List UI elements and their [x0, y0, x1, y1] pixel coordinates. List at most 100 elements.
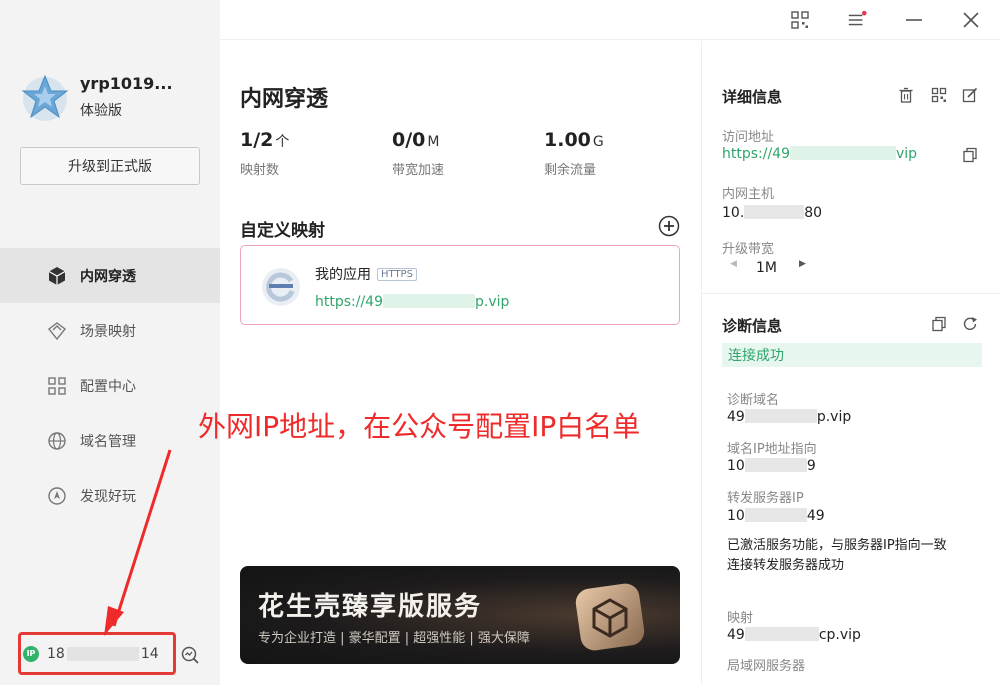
diag-mapping-value: 49 cp.vip — [727, 627, 861, 643]
stat-unit: M — [427, 134, 440, 150]
username: yrp1019... — [80, 74, 173, 93]
grid-icon — [46, 375, 68, 397]
page-title: 内网穿透 — [240, 87, 329, 112]
sidebar-item-label: 内网穿透 — [80, 268, 136, 285]
diag-message-1: 已激活服务功能，与服务器IP指向一致 — [727, 538, 947, 553]
diag-server-label: 转发服务器IP — [727, 491, 804, 506]
host-prefix: 10. — [722, 205, 745, 221]
star-avatar-icon[interactable] — [20, 72, 70, 122]
ip-suffix: 14 — [140, 645, 159, 662]
stat-traffic: 1.00 G 剩余流量 — [544, 129, 604, 178]
lan-host-label: 内网主机 — [722, 187, 775, 202]
diag-server-value: 10 49 — [727, 508, 825, 524]
qrcode-icon[interactable] — [931, 87, 947, 103]
stat-bandwidth: 0/0 M 带宽加速 — [392, 129, 444, 178]
lan-host-value: 10. 80 — [722, 205, 822, 221]
stat-unit: G — [592, 134, 604, 150]
diag-domain-suffix: p.vip — [816, 409, 852, 425]
details-panel: 详细信息 访问地址 https://49 vip 内网主机 10. 80 升级带… — [701, 41, 1000, 685]
main-content: 内网穿透 1/2 个 映射数 0/0 M 带宽加速 1.00 G 剩余流量 自定义映射 — [104, 41, 700, 685]
url-redaction — [383, 294, 475, 308]
title-bar — [220, 0, 1000, 40]
cube-icon — [46, 265, 68, 287]
ip-check-icon[interactable] — [180, 645, 200, 665]
minimize-icon[interactable] — [904, 10, 924, 30]
stat-value: 1.00 — [544, 129, 591, 151]
ip-redaction — [744, 458, 807, 472]
diagnosis-title: 诊断信息 — [722, 317, 783, 335]
details-title: 详细信息 — [722, 88, 783, 106]
url-redaction — [790, 146, 896, 160]
protocol-badge: HTTPS — [377, 268, 417, 281]
diag-ip-prefix: 10 — [727, 458, 745, 474]
annotation-text: 外网IP地址，在公众号配置IP白名单 — [198, 410, 641, 443]
scene-icon — [46, 320, 68, 342]
mapping-card[interactable]: 我的应用 HTTPS https://49 p.vip — [240, 245, 680, 325]
menu-icon[interactable] — [847, 10, 867, 30]
qrcode-icon[interactable] — [790, 10, 810, 30]
sidebar-item-label: 配置中心 — [80, 378, 136, 395]
access-prefix: https://49 — [722, 146, 790, 162]
copy-icon[interactable] — [962, 147, 978, 163]
diag-server-prefix: 10 — [727, 508, 745, 524]
connection-status: 连接成功 — [722, 343, 982, 367]
refresh-icon[interactable] — [962, 316, 978, 332]
stat-label: 剩余流量 — [544, 163, 597, 178]
diag-mapping-label: 映射 — [727, 611, 754, 626]
diag-ip-value: 10 9 — [727, 458, 816, 474]
ip-prefix: 18 — [47, 645, 65, 662]
mapping-redaction — [744, 627, 819, 641]
plan-label: 体验版 — [80, 103, 122, 119]
banner-subtitle: 专为企业打造 | 豪华配置 | 超强性能 | 强大保障 — [258, 631, 530, 646]
bandwidth-label: 升级带宽 — [722, 242, 775, 257]
sidebar-item-scene[interactable]: 场景映射 — [0, 303, 220, 358]
domain-redaction — [744, 409, 817, 423]
annotation-arrow — [104, 449, 172, 636]
diag-server-suffix: 49 — [806, 508, 825, 524]
diag-mapping-suffix: cp.vip — [818, 627, 861, 643]
trash-icon[interactable] — [898, 87, 914, 103]
bandwidth-decrease-icon[interactable]: ◀ — [730, 259, 737, 269]
stat-mappings: 1/2 个 映射数 — [240, 129, 289, 178]
upgrade-button[interactable]: 升级到正式版 — [20, 147, 200, 185]
sidebar-item-label: 场景映射 — [80, 323, 136, 340]
mapping-url-prefix: https://49 — [315, 294, 383, 310]
server-redaction — [744, 508, 807, 522]
domain-icon — [46, 430, 68, 452]
bandwidth-value: 1M — [756, 260, 777, 276]
host-suffix: 80 — [804, 205, 823, 221]
mapping-url[interactable]: https://49 p.vip — [315, 294, 509, 310]
ip-redaction — [66, 646, 139, 661]
diag-message-2: 连接转发服务器成功 — [727, 558, 845, 573]
stat-value: 1/2 — [240, 129, 274, 151]
diag-ip-label: 域名IP地址指向 — [727, 442, 817, 457]
promo-banner[interactable]: 花生壳臻享版服务 专为企业打造 | 豪华配置 | 超强性能 | 强大保障 — [240, 566, 680, 664]
sidebar-item-penetration[interactable]: 内网穿透 — [0, 248, 220, 303]
mapping-name-text: 我的应用 — [315, 267, 371, 283]
close-icon[interactable] — [961, 10, 981, 30]
mapping-url-suffix: p.vip — [475, 294, 510, 310]
diag-domain-label: 诊断域名 — [727, 393, 780, 408]
bandwidth-increase-icon[interactable]: ▶ — [799, 259, 806, 269]
diag-domain-prefix: 49 — [727, 409, 745, 425]
access-address-label: 访问地址 — [722, 130, 775, 145]
app-window: yrp1019... 体验版 升级到正式版 内网穿透 场景映射 配置中心 域名管… — [0, 0, 1000, 685]
copy-icon[interactable] — [931, 316, 947, 332]
peanut-box-icon — [575, 583, 645, 651]
edit-icon[interactable] — [962, 87, 978, 103]
add-mapping-icon[interactable] — [658, 215, 680, 237]
stat-unit: 个 — [275, 134, 290, 150]
sidebar-item-config[interactable]: 配置中心 — [0, 358, 220, 413]
compass-icon — [46, 485, 68, 507]
ip-badge-icon: IP — [23, 645, 39, 662]
section-title-custom-mapping: 自定义映射 — [240, 221, 325, 241]
diag-domain-value: 49 p.vip — [727, 409, 851, 425]
access-suffix: vip — [896, 146, 918, 162]
diag-lan-label: 局域网服务器 — [727, 659, 806, 674]
stat-value: 0/0 — [392, 129, 426, 151]
access-address-value[interactable]: https://49 vip — [722, 146, 917, 162]
app-e-icon — [262, 268, 300, 306]
divider — [702, 293, 1000, 294]
stat-label: 带宽加速 — [392, 163, 445, 178]
diag-mapping-prefix: 49 — [727, 627, 745, 643]
